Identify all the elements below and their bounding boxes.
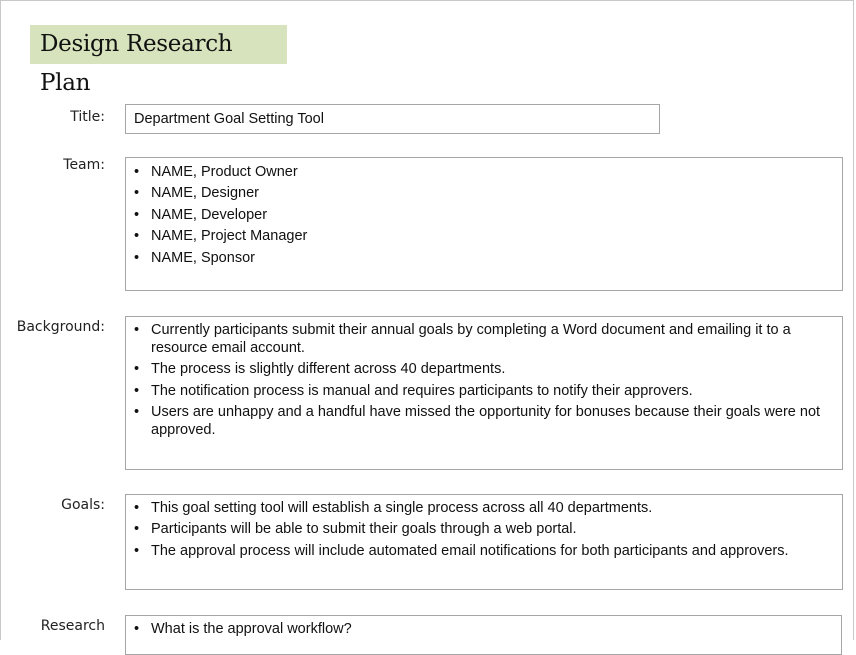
document-page: Design Research Plan Title: Department G… bbox=[0, 0, 854, 655]
team-item: NAME, Product Owner bbox=[126, 163, 836, 181]
background-item: The notification process is manual and r… bbox=[126, 382, 836, 400]
team-item: NAME, Designer bbox=[126, 184, 836, 202]
team-item: NAME, Developer bbox=[126, 206, 836, 224]
research-item: What is the approval workflow? bbox=[126, 620, 835, 638]
background-list: Currently participants submit their annu… bbox=[126, 321, 836, 439]
goals-list: This goal setting tool will establish a … bbox=[126, 499, 836, 560]
team-item: NAME, Sponsor bbox=[126, 249, 836, 267]
goals-item: The approval process will include automa… bbox=[126, 542, 836, 560]
research-field[interactable]: What is the approval workflow? bbox=[125, 615, 842, 655]
team-item: NAME, Project Manager bbox=[126, 227, 836, 245]
goals-field[interactable]: This goal setting tool will establish a … bbox=[125, 494, 843, 590]
team-label: Team: bbox=[63, 157, 105, 173]
team-list: NAME, Product Owner NAME, Designer NAME,… bbox=[126, 163, 836, 267]
background-field[interactable]: Currently participants submit their annu… bbox=[125, 316, 843, 470]
goals-item: This goal setting tool will establish a … bbox=[126, 499, 836, 517]
goals-label: Goals: bbox=[61, 497, 105, 513]
background-item: The process is slightly different across… bbox=[126, 360, 836, 378]
title-field[interactable]: Department Goal Setting Tool bbox=[125, 104, 660, 134]
research-label: Research bbox=[40, 618, 105, 634]
goals-item: Participants will be able to submit thei… bbox=[126, 520, 836, 538]
team-field[interactable]: NAME, Product Owner NAME, Designer NAME,… bbox=[125, 157, 843, 291]
document-title: Design Research Plan bbox=[30, 25, 287, 96]
title-label: Title: bbox=[70, 109, 105, 125]
background-label: Background: bbox=[16, 319, 105, 335]
research-list: What is the approval workflow? bbox=[126, 620, 835, 638]
background-item: Currently participants submit their annu… bbox=[126, 321, 836, 357]
background-item: Users are unhappy and a handful have mis… bbox=[126, 403, 836, 439]
